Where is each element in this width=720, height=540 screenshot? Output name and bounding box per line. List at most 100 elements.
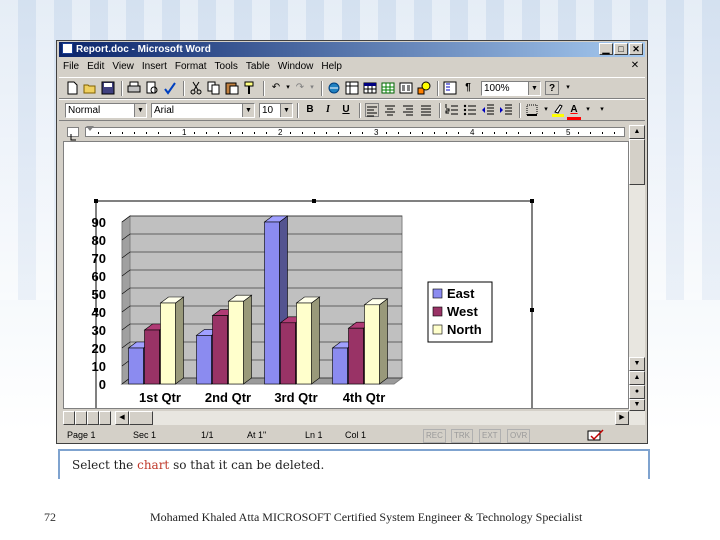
maximize-button[interactable]: □ — [614, 43, 628, 55]
document-page[interactable]: 0 10 20 30 40 50 60 70 80 90 1st Qtr 2nd Qtr 3rd Qt… — [63, 141, 629, 409]
tab-selector-icon[interactable] — [67, 127, 79, 141]
close-button[interactable]: ✕ — [629, 43, 643, 55]
chart-bar — [264, 221, 280, 385]
print-layout-view-button[interactable] — [87, 411, 99, 425]
bold-button[interactable]: B — [303, 103, 317, 117]
chart-selection-handle[interactable] — [94, 199, 98, 203]
select-browse-object-button[interactable]: ● — [629, 385, 645, 399]
menu-help[interactable]: Help — [317, 59, 346, 75]
justify-icon[interactable] — [419, 103, 433, 117]
ruler-tick — [266, 132, 267, 134]
save-icon[interactable] — [101, 81, 115, 95]
font-combo[interactable]: Arial ▼ — [151, 103, 255, 118]
font-color-button[interactable]: A — [567, 103, 581, 120]
menu-insert[interactable]: Insert — [138, 59, 171, 75]
horizontal-scroll-thumb[interactable] — [129, 411, 153, 425]
print-preview-icon[interactable] — [145, 81, 159, 95]
ruler-tick — [506, 132, 507, 134]
chart-selection-handle[interactable] — [94, 308, 98, 312]
document-close-button[interactable]: ✕ — [629, 60, 641, 72]
normal-view-button[interactable] — [63, 411, 75, 425]
align-left-icon[interactable] — [365, 103, 379, 117]
status-ext[interactable]: EXT — [479, 429, 501, 443]
toolbar-options-icon[interactable]: ▾ — [595, 103, 609, 117]
chevron-down-icon[interactable]: ▼ — [242, 104, 254, 117]
format-painter-icon[interactable] — [243, 81, 257, 95]
minimize-button[interactable]: ▁ — [599, 43, 613, 55]
spelling-status-icon[interactable] — [587, 429, 605, 443]
outline-view-button[interactable] — [99, 411, 111, 425]
chart-bar — [296, 302, 312, 385]
chart-selection-handle[interactable] — [530, 308, 534, 312]
first-line-indent-marker[interactable] — [86, 126, 94, 131]
ruler-track: 1 2 3 4 5 — [85, 126, 625, 137]
font-color-dropdown-icon[interactable]: ▾ — [581, 103, 595, 117]
menu-window[interactable]: Window — [274, 59, 318, 75]
chart-bar — [212, 315, 228, 385]
status-trk[interactable]: TRK — [451, 429, 473, 443]
underline-button[interactable]: U — [339, 103, 353, 117]
decrease-indent-icon[interactable] — [481, 103, 495, 117]
status-ovr[interactable]: OVR — [507, 429, 531, 443]
highlight-icon[interactable] — [551, 103, 565, 117]
chevron-down-icon[interactable]: ▼ — [280, 104, 292, 117]
help-icon[interactable]: ? — [545, 81, 559, 95]
numbering-icon[interactable] — [445, 103, 459, 117]
tables-borders-icon[interactable] — [345, 81, 359, 95]
menu-format[interactable]: Format — [171, 59, 211, 75]
show-hide-icon[interactable]: ¶ — [461, 81, 475, 95]
chevron-down-icon[interactable]: ▼ — [134, 104, 146, 117]
scroll-right-button[interactable]: ▶ — [615, 411, 629, 425]
toolbar-options-icon[interactable]: ▾ — [561, 81, 575, 95]
previous-page-button[interactable]: ▲ — [629, 371, 645, 385]
menu-tools[interactable]: Tools — [211, 59, 242, 75]
title-bar[interactable]: Report.doc - Microsoft Word ▁ □ ✕ — [59, 42, 645, 57]
chevron-down-icon[interactable]: ▼ — [528, 82, 540, 95]
open-folder-icon[interactable] — [83, 81, 97, 95]
status-page: Page 1 — [67, 430, 96, 440]
borders-icon[interactable] — [525, 103, 539, 117]
spelling-icon[interactable] — [163, 81, 177, 95]
hyperlink-icon[interactable] — [327, 81, 341, 95]
ruler-tick — [518, 132, 519, 134]
columns-icon[interactable] — [399, 81, 413, 95]
vertical-scrollbar[interactable]: ▲ ▼ ▲ ● ▼ — [629, 125, 645, 411]
web-layout-view-button[interactable] — [75, 411, 87, 425]
menu-view[interactable]: View — [108, 59, 138, 75]
document-map-icon[interactable] — [443, 81, 457, 95]
align-right-icon[interactable] — [401, 103, 415, 117]
word-doc-icon — [62, 43, 73, 54]
drawing-icon[interactable] — [417, 81, 431, 95]
insert-excel-icon[interactable] — [381, 81, 395, 95]
ruler-tick — [206, 132, 207, 134]
paste-icon[interactable] — [225, 81, 239, 95]
scroll-up-button[interactable]: ▲ — [629, 125, 645, 139]
chart-selection-handle[interactable] — [530, 199, 534, 203]
zoom-combo[interactable]: 100% ▼ — [481, 81, 541, 96]
font-size-combo[interactable]: 10 ▼ — [259, 103, 293, 118]
scroll-thumb[interactable] — [629, 139, 645, 185]
chart[interactable]: 0 10 20 30 40 50 60 70 80 90 1st Qtr 2nd Qtr 3rd Qt… — [64, 142, 628, 408]
redo-dropdown-icon[interactable]: ▾ — [305, 81, 319, 95]
print-icon[interactable] — [127, 81, 141, 95]
bullets-icon[interactable] — [463, 103, 477, 117]
next-page-button[interactable]: ▼ — [629, 399, 645, 411]
insert-table-icon[interactable] — [363, 81, 377, 95]
horizontal-scrollbar[interactable]: ◀ ▶ — [63, 411, 645, 425]
horizontal-ruler[interactable]: 1 2 3 4 5 — [63, 125, 635, 141]
italic-button[interactable]: I — [321, 103, 335, 117]
menu-file[interactable]: File — [59, 59, 83, 75]
style-combo[interactable]: Normal ▼ — [65, 103, 147, 118]
menu-edit[interactable]: Edit — [83, 59, 108, 75]
copy-icon[interactable] — [207, 81, 221, 95]
increase-indent-icon[interactable] — [499, 103, 513, 117]
status-rec[interactable]: REC — [423, 429, 446, 443]
scroll-left-button[interactable]: ◀ — [115, 411, 129, 425]
align-center-icon[interactable] — [383, 103, 397, 117]
new-document-icon[interactable] — [65, 81, 79, 95]
scroll-down-button[interactable]: ▼ — [629, 357, 645, 371]
menu-table[interactable]: Table — [242, 59, 274, 75]
chart-x-tick-label: 2nd Qtr — [205, 390, 251, 405]
cut-icon[interactable] — [189, 81, 203, 95]
chart-selection-handle[interactable] — [312, 199, 316, 203]
